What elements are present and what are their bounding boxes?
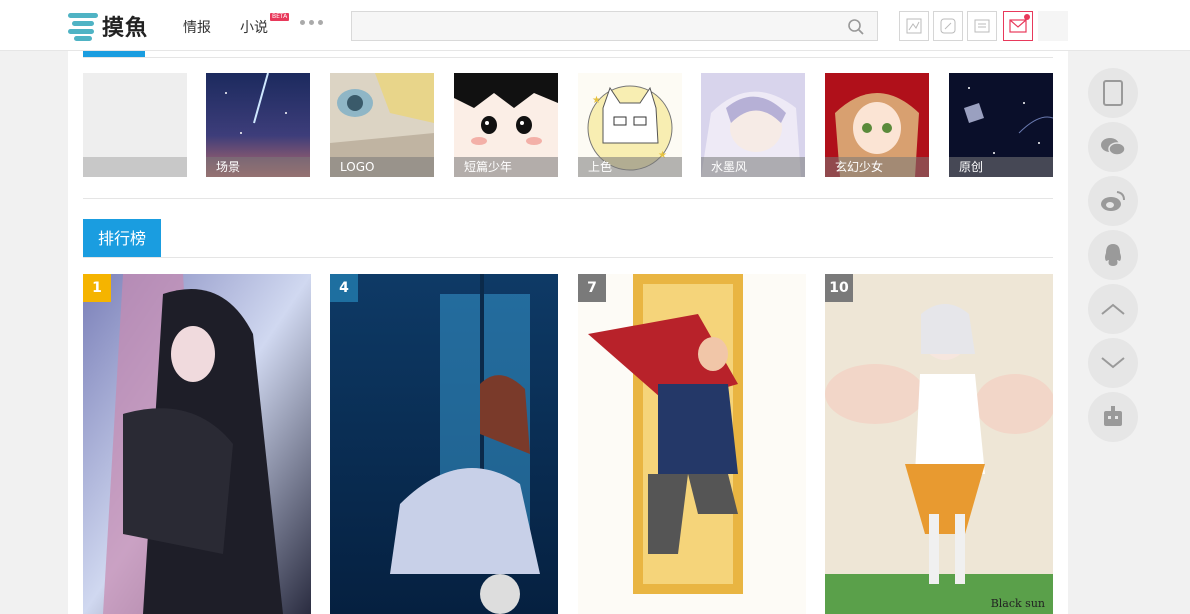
rank-badge: 7 <box>578 274 606 302</box>
qq-icon[interactable] <box>1088 230 1138 280</box>
divider <box>83 257 1053 258</box>
tag-label: 水墨风 <box>701 157 805 177</box>
tag-item-ink[interactable]: 水墨风 <box>701 73 805 177</box>
tag-label: 原创 <box>949 157 1053 177</box>
tag-list: 场景 LOGO 短篇少年 ★ ★ 上色 水墨风 玄幻少女 原创 <box>83 73 1053 177</box>
weibo-icon[interactable] <box>1088 176 1138 226</box>
ranking-card[interactable]: 1 <box>83 274 311 614</box>
arrow-up-icon[interactable] <box>1088 284 1138 334</box>
nav-novel-label: 小说 <box>240 20 268 36</box>
message-icon[interactable] <box>1003 11 1033 41</box>
artwork-image <box>330 274 558 614</box>
beta-badge: BETA <box>270 13 290 21</box>
tablet-icon[interactable] <box>1088 68 1138 118</box>
artwork-image <box>578 274 806 614</box>
tag-item-logo[interactable]: LOGO <box>330 73 434 177</box>
ranking-title[interactable]: 排行榜 <box>83 219 161 258</box>
unread-dot <box>1024 14 1030 20</box>
draw-icon[interactable] <box>899 11 929 41</box>
search-icon[interactable] <box>847 18 865 36</box>
rank-badge: 4 <box>330 274 358 302</box>
top-header: 摸魚 情报 小说 BETA <box>0 0 1190 51</box>
tag-label: 短篇少年 <box>454 157 558 177</box>
rank-badge: 1 <box>83 274 111 302</box>
tag-item-coloring[interactable]: ★ ★ 上色 <box>578 73 682 177</box>
logo-waves-icon <box>68 11 98 41</box>
tag-label: 玄幻少女 <box>825 157 929 177</box>
svg-text:★: ★ <box>592 95 601 106</box>
artwork-image <box>83 274 311 614</box>
site-logo[interactable]: 摸魚 <box>68 10 148 42</box>
tag-label: 场景 <box>206 157 310 177</box>
tag-item-scene[interactable]: 场景 <box>206 73 310 177</box>
nav-novel[interactable]: 小说 BETA <box>240 13 290 37</box>
ranking-card[interactable]: 4 <box>330 274 558 614</box>
tag-item-blank[interactable] <box>83 73 187 177</box>
tag-item-original[interactable]: 原创 <box>949 73 1053 177</box>
robot-icon[interactable] <box>1088 392 1138 442</box>
arrow-down-icon[interactable] <box>1088 338 1138 388</box>
main-content: 场景 LOGO 短篇少年 ★ ★ 上色 水墨风 玄幻少女 原创 排行榜 1 4 … <box>68 51 1068 614</box>
artwork-signature: Black sun <box>990 597 1045 610</box>
ranking-card[interactable]: 7 <box>578 274 806 614</box>
list-icon[interactable] <box>967 11 997 41</box>
tag-label <box>83 157 187 177</box>
search-box <box>351 11 878 41</box>
divider <box>83 57 1053 58</box>
divider <box>83 198 1053 199</box>
tag-item-fantasy-girl[interactable]: 玄幻少女 <box>825 73 929 177</box>
search-input[interactable] <box>352 12 832 40</box>
ranking-card[interactable]: 10 Black sun <box>825 274 1053 614</box>
rank-badge: 10 <box>825 274 853 302</box>
artwork-image <box>825 274 1053 614</box>
avatar[interactable] <box>1038 11 1068 41</box>
more-menu-icon[interactable] <box>300 20 323 25</box>
tag-label: 上色 <box>578 157 682 177</box>
tag-item-short-boy[interactable]: 短篇少年 <box>454 73 558 177</box>
logo-text: 摸魚 <box>102 15 149 41</box>
wechat-icon[interactable] <box>1088 122 1138 172</box>
write-icon[interactable] <box>933 11 963 41</box>
tag-label: LOGO <box>330 157 434 177</box>
nav-news[interactable]: 情报 <box>183 17 211 37</box>
